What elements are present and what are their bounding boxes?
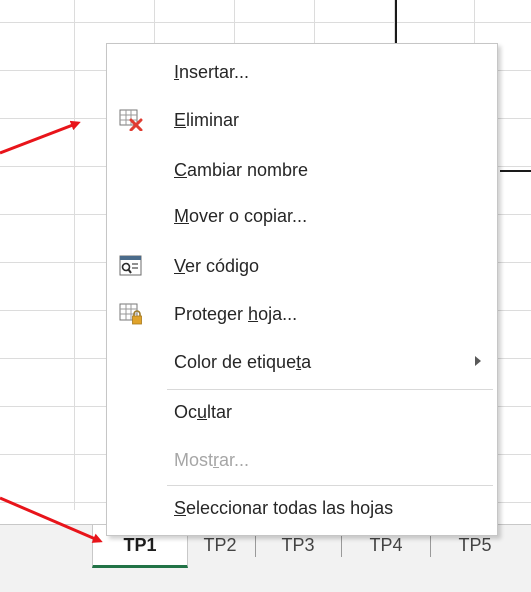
menu-item-color-de-etiqueta[interactable]: Color de etiqueta [107,342,497,382]
menu-item-eliminar[interactable]: Eliminar [107,100,497,140]
protect-sheet-icon [119,303,143,325]
excel-workspace: TP1 TP2 TP3 TP4 TP5 Insertar... Eliminar… [0,0,531,592]
menu-item-label: Ver código [174,256,260,276]
menu-item-insertar[interactable]: Insertar... [107,52,497,92]
sheet-tab-label: TP5 [458,535,492,555]
shape-line-vertical [395,0,397,45]
submenu-arrow-icon [475,356,481,366]
tab-separator [255,535,256,557]
menu-item-label: Cambiar nombre [174,160,309,180]
menu-item-proteger-hoja[interactable]: Proteger hoja... [107,294,497,334]
menu-item-label: Insertar... [174,62,250,82]
status-bar-strip [0,568,531,592]
menu-item-ver-codigo[interactable]: Ver código [107,246,497,286]
menu-item-label: Ocultar [174,402,233,422]
tab-separator [341,535,342,557]
sheet-tab-label: TP2 [203,535,237,555]
menu-item-mostrar: Mostrar... [107,440,497,480]
delete-sheet-icon [119,109,143,132]
menu-item-label: Color de etiqueta [174,352,312,372]
menu-item-label: Mover o copiar... [174,206,308,226]
menu-item-mover-o-copiar[interactable]: Mover o copiar... [107,196,497,236]
menu-separator [167,485,493,486]
shape-line-horizontal [500,170,531,172]
sheet-tab-label: TP4 [369,535,403,555]
menu-item-label: Mostrar... [174,450,250,470]
tab-separator [430,535,431,557]
menu-item-label: Proteger hoja... [174,304,298,324]
menu-item-label: Seleccionar todas las hojas [174,498,394,518]
sheet-context-menu: Insertar... Eliminar Cambiar nombre Move… [106,43,498,536]
view-code-icon [119,255,143,277]
menu-separator [167,389,493,390]
menu-item-cambiar-nombre[interactable]: Cambiar nombre [107,150,497,190]
menu-item-label: Eliminar [174,110,240,130]
menu-item-seleccionar-todas[interactable]: Seleccionar todas las hojas [107,488,497,528]
sheet-tab-label: TP1 [123,535,157,555]
menu-item-ocultar[interactable]: Ocultar [107,392,497,432]
sheet-tab-label: TP3 [281,535,315,555]
